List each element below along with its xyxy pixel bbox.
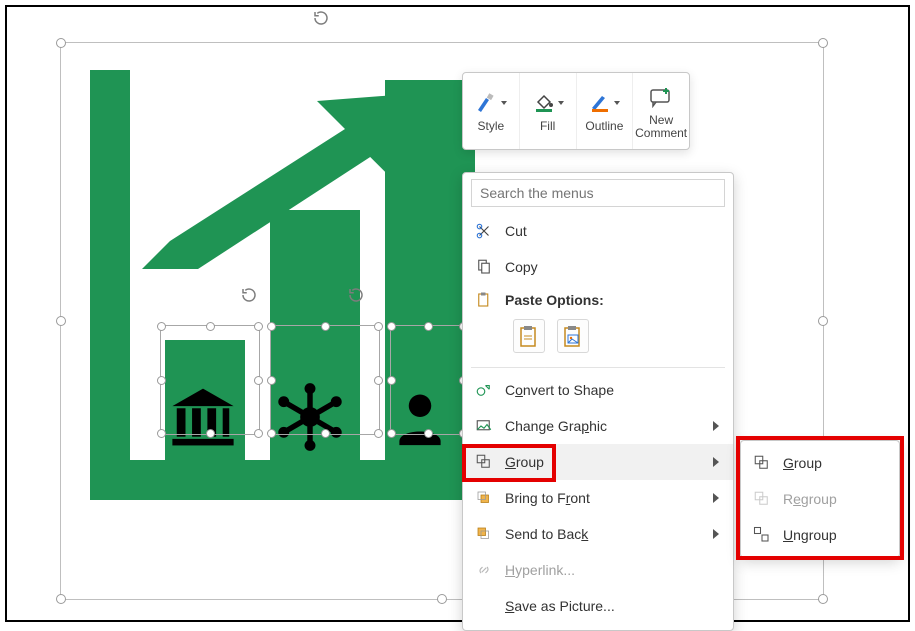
- bring-front-icon: [473, 489, 495, 507]
- resize-handle[interactable]: [321, 322, 330, 331]
- resize-handle[interactable]: [157, 429, 166, 438]
- resize-handle[interactable]: [437, 594, 447, 604]
- chevron-right-icon: [713, 421, 719, 431]
- menu-item-convert-to-shape[interactable]: Convert to Shape: [463, 372, 733, 408]
- submenu-item-regroup: Regroup: [741, 481, 899, 517]
- rotate-handle[interactable]: [240, 286, 258, 304]
- resize-handle[interactable]: [374, 429, 383, 438]
- convert-shape-icon: [473, 381, 495, 399]
- resize-handle[interactable]: [56, 316, 66, 326]
- menu-label: Paste Options:: [505, 292, 723, 308]
- resize-handle[interactable]: [321, 429, 330, 438]
- context-menu: Cut Copy Paste Options: Convert to Shape…: [462, 172, 734, 631]
- menu-item-bring-to-front[interactable]: Bring to Front: [463, 480, 733, 516]
- send-back-icon: [473, 525, 495, 543]
- resize-handle[interactable]: [374, 376, 383, 385]
- fill-label: Fill: [540, 120, 555, 133]
- resize-handle[interactable]: [157, 376, 166, 385]
- ungroup-icon: [751, 526, 773, 544]
- resize-handle[interactable]: [206, 429, 215, 438]
- resize-handle[interactable]: [206, 322, 215, 331]
- new-comment-icon: [648, 83, 674, 111]
- selection-bounds-inner: [390, 325, 465, 435]
- menu-label: Hyperlink...: [505, 562, 723, 578]
- group-icon: [473, 453, 495, 471]
- new-comment-label: New Comment: [633, 114, 689, 139]
- menu-search-input[interactable]: [471, 179, 725, 207]
- menu-item-save-as-picture[interactable]: Save as Picture...: [463, 588, 733, 624]
- menu-item-copy[interactable]: Copy: [463, 249, 733, 285]
- menu-item-change-graphic[interactable]: Change Graphic: [463, 408, 733, 444]
- menu-item-cut[interactable]: Cut: [463, 213, 733, 249]
- resize-handle[interactable]: [254, 322, 263, 331]
- menu-item-hyperlink: Hyperlink...: [463, 552, 733, 588]
- new-comment-button[interactable]: New Comment: [633, 73, 689, 149]
- resize-handle[interactable]: [387, 429, 396, 438]
- submenu-item-group[interactable]: Group: [741, 445, 899, 481]
- menu-label: Copy: [505, 259, 723, 275]
- resize-handle[interactable]: [267, 376, 276, 385]
- resize-handle[interactable]: [374, 322, 383, 331]
- paste-picture-button[interactable]: [557, 319, 589, 353]
- resize-handle[interactable]: [424, 322, 433, 331]
- resize-handle[interactable]: [818, 316, 828, 326]
- menu-search-row: [463, 173, 733, 213]
- menu-item-group[interactable]: Group: [463, 444, 733, 480]
- outline-label: Outline: [585, 120, 623, 133]
- rotate-handle[interactable]: [312, 9, 330, 27]
- resize-handle[interactable]: [267, 429, 276, 438]
- fill-icon: [532, 89, 564, 117]
- submenu-item-ungroup[interactable]: Ungroup: [741, 517, 899, 553]
- menu-item-send-to-back[interactable]: Send to Back: [463, 516, 733, 552]
- menu-item-paste-options: Paste Options:: [463, 285, 733, 315]
- style-label: Style: [478, 120, 505, 133]
- outline-icon: [588, 89, 620, 117]
- regroup-icon: [751, 490, 773, 508]
- selection-bounds-inner: [270, 325, 380, 435]
- group-icon: [751, 454, 773, 472]
- change-graphic-icon: [473, 417, 495, 435]
- menu-label: Ungroup: [783, 527, 889, 543]
- paste-icon: [473, 291, 495, 309]
- paste-options-row: [463, 315, 733, 363]
- menu-label: Send to Back: [505, 526, 703, 542]
- style-icon: [475, 89, 507, 117]
- menu-label: Regroup: [783, 491, 889, 507]
- link-icon: [473, 561, 495, 579]
- resize-handle[interactable]: [157, 322, 166, 331]
- selection-bounds-inner: [160, 325, 260, 435]
- style-button[interactable]: Style: [463, 73, 520, 149]
- resize-handle[interactable]: [387, 322, 396, 331]
- menu-label: Bring to Front: [505, 490, 703, 506]
- menu-label: Save as Picture...: [505, 598, 723, 614]
- resize-handle[interactable]: [387, 376, 396, 385]
- separator: [471, 367, 725, 368]
- copy-icon: [473, 258, 495, 276]
- menu-label: Group: [505, 454, 703, 470]
- resize-handle[interactable]: [254, 429, 263, 438]
- resize-handle[interactable]: [267, 322, 276, 331]
- menu-label: Group: [783, 455, 889, 471]
- fill-button[interactable]: Fill: [520, 73, 577, 149]
- menu-label: Change Graphic: [505, 418, 703, 434]
- resize-handle[interactable]: [818, 594, 828, 604]
- chevron-right-icon: [713, 529, 719, 539]
- menu-label: Convert to Shape: [505, 382, 723, 398]
- resize-handle[interactable]: [424, 429, 433, 438]
- chevron-right-icon: [713, 493, 719, 503]
- chevron-right-icon: [713, 457, 719, 467]
- resize-handle[interactable]: [254, 376, 263, 385]
- rotate-handle[interactable]: [347, 286, 365, 304]
- menu-label: Cut: [505, 223, 723, 239]
- mini-toolbar: Style Fill Outline New Comment: [462, 72, 690, 150]
- resize-handle[interactable]: [56, 594, 66, 604]
- cut-icon: [473, 222, 495, 240]
- outline-button[interactable]: Outline: [577, 73, 634, 149]
- paste-keep-source-button[interactable]: [513, 319, 545, 353]
- resize-handle[interactable]: [56, 38, 66, 48]
- resize-handle[interactable]: [818, 38, 828, 48]
- group-submenu: Group Regroup Ungroup: [740, 440, 900, 558]
